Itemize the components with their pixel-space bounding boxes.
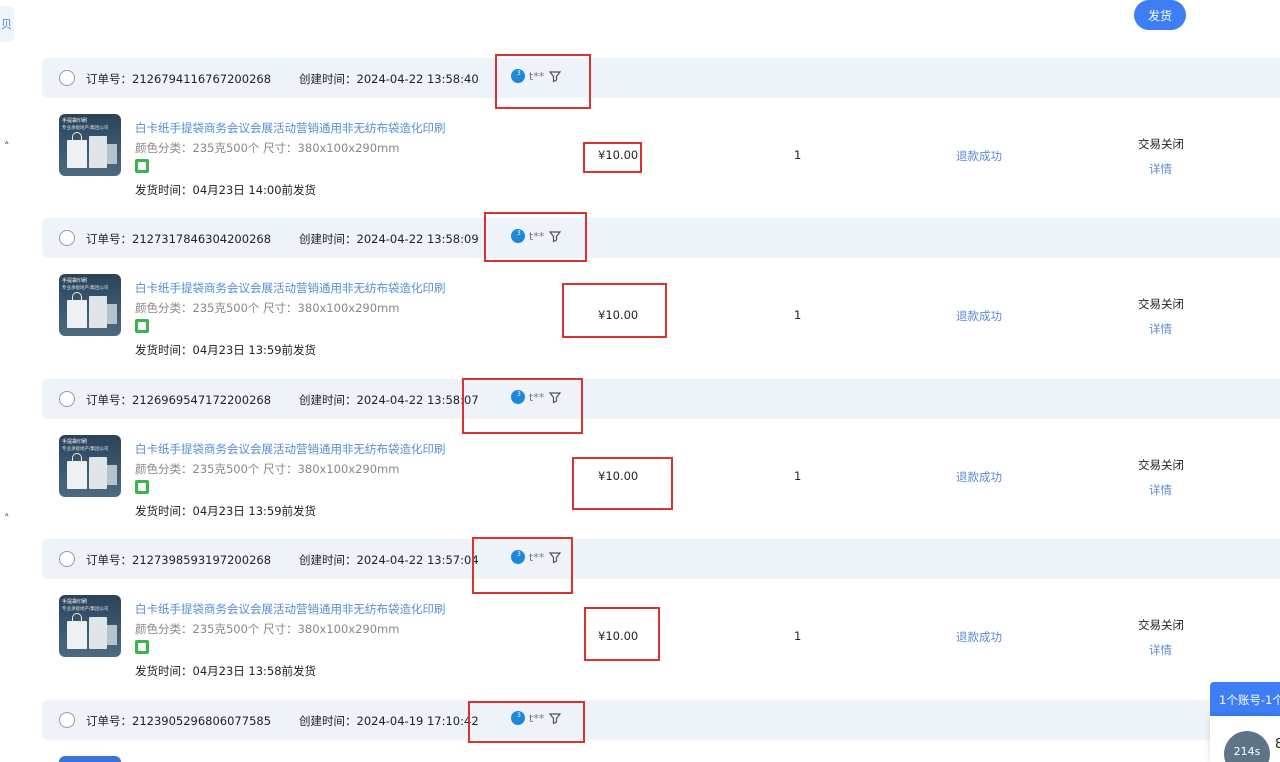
shop-tag-icon [135,480,149,494]
product-spec: 颜色分类：235克500个 尺寸：380x100x290mm [135,301,400,315]
order-header: 订单号：2126969547172200268 创建时间：2024-04-22 … [42,379,1280,419]
item-quantity: 1 [794,469,802,483]
detail-link[interactable]: 详情 [1149,321,1172,337]
product-spec: 颜色分类：235克500个 尺寸：380x100x290mm [135,141,400,155]
ship-deadline: 发货时间：04月23日 13:58前发货 [135,664,317,678]
order-created-time: 创建时间：2024-04-22 13:58:09 [299,232,479,246]
refund-status-link[interactable]: 退款成功 [956,469,1002,485]
ship-deadline: 发货时间：04月23日 14:00前发货 [135,183,317,197]
detail-link[interactable]: 详情 [1149,482,1172,498]
order-header: 订单号：2127398593197200268 创建时间：2024-04-22 … [42,539,1280,579]
thumbnail-caption: 手提袋印刷 [62,278,88,284]
account-name-fragment: 8 [1275,737,1280,752]
order-select-checkbox[interactable] [59,70,75,86]
order-created-time: 创建时间：2024-04-19 17:10:42 [299,714,479,728]
item-quantity: 1 [794,629,802,643]
highlight-box [572,457,673,510]
highlight-box [472,537,573,594]
thumbnail-subcaption: 专业承接地产/集团公司 [62,286,109,291]
order-created-time: 创建时间：2024-04-22 13:57:04 [299,553,479,567]
detail-link[interactable]: 详情 [1149,161,1172,177]
product-title[interactable]: 白卡纸手提袋商务会议会展活动营销通用非无纺布袋造化印刷 [135,601,446,617]
product-spec: 颜色分类：235克500个 尺寸：380x100x290mm [135,622,400,636]
refund-status-link[interactable]: 退款成功 [956,148,1002,164]
product-thumbnail[interactable]: 手提袋印刷 专业承接地产/集团公司 [59,274,121,336]
order-item-row: 手提袋印刷 专业承接地产/集团公司 白卡纸手提袋商务会议会展活动营销通用非无纺布… [42,579,1280,689]
order-list-page: 贝 ˄ ˄ 发货 订单号：2126794116767200268 创建时间：20… [0,0,1280,762]
order-item-row: 手提袋印刷 专业承接地产/集团公司 白卡纸手提袋商务会议会展活动营销通用非无纺布… [42,98,1280,208]
order-number: 订单号：2127398593197200268 [86,553,272,567]
product-thumbnail[interactable]: 手提袋印刷 专业承接地产/集团公司 [59,435,121,497]
product-thumbnail[interactable]: 手提袋印刷 专业承接地产/集团公司 [59,595,121,657]
detail-link[interactable]: 详情 [1149,642,1172,658]
left-side-tab-label: 贝 [1,18,12,31]
account-panel-header[interactable]: 1个账号-1个 [1210,682,1280,716]
thumbnail-subcaption: 专业承接地产/集团公司 [62,126,109,131]
order-header: 订单号：2123905296806077585 创建时间：2024-04-19 … [42,700,1280,740]
refund-status-link[interactable]: 退款成功 [956,629,1002,645]
product-spec: 颜色分类：235克500个 尺寸：380x100x290mm [135,462,400,476]
product-thumbnail[interactable]: 手提袋印刷 专业承接地产/集团公司 [59,114,121,176]
highlight-box [484,212,587,262]
highlight-box [495,54,591,109]
order-created-time: 创建时间：2024-04-22 13:58:40 [299,72,479,86]
ship-deadline: 发货时间：04月23日 13:59前发货 [135,343,317,357]
item-quantity: 1 [794,308,802,322]
highlight-box [562,283,667,338]
order-created-time: 创建时间：2024-04-22 13:58:07 [299,393,479,407]
collapse-caret-icon[interactable]: ˄ [4,140,10,153]
thumbnail-caption: 手提袋印刷 [62,439,88,445]
shop-tag-icon [135,319,149,333]
shop-tag-icon [135,159,149,173]
order-select-checkbox[interactable] [59,551,75,567]
thumbnail-caption: 手提袋印刷 [62,118,88,124]
order-select-checkbox[interactable] [59,391,75,407]
thumbnail-caption: 手提袋印刷 [62,599,88,605]
order-number: 订单号：2127317846304200268 [86,232,272,246]
collapse-caret-icon[interactable]: ˄ [4,512,10,525]
highlight-box [584,607,660,661]
product-title[interactable]: 白卡纸手提袋商务会议会展活动营销通用非无纺布袋造化印刷 [135,120,446,136]
ship-button[interactable]: 发货 [1134,0,1186,30]
product-thumbnail[interactable] [59,756,121,762]
order-header: 订单号：2127317846304200268 创建时间：2024-04-22 … [42,218,1280,258]
shop-tag-icon [135,640,149,654]
left-side-tab[interactable]: 贝 [0,6,14,42]
thumbnail-subcaption: 专业承接地产/集团公司 [62,447,109,452]
order-select-checkbox[interactable] [59,230,75,246]
refund-status-link[interactable]: 退款成功 [956,308,1002,324]
order-number: 订单号：2126794116767200268 [86,72,272,86]
item-quantity: 1 [794,148,802,162]
highlight-box [468,701,585,743]
thumbnail-subcaption: 专业承接地产/集团公司 [62,607,109,612]
highlight-box [462,378,583,434]
highlight-box [583,142,642,173]
trade-status: 交易关闭 [1138,137,1184,151]
trade-status: 交易关闭 [1138,458,1184,472]
product-title[interactable]: 白卡纸手提袋商务会议会展活动营销通用非无纺布袋造化印刷 [135,441,446,457]
ship-deadline: 发货时间：04月23日 13:59前发货 [135,504,317,518]
order-select-checkbox[interactable] [59,712,75,728]
avatar-timer: 214s [1233,745,1261,758]
order-number: 订单号：2126969547172200268 [86,393,272,407]
trade-status: 交易关闭 [1138,297,1184,311]
trade-status: 交易关闭 [1138,618,1184,632]
order-header: 订单号：2126794116767200268 创建时间：2024-04-22 … [42,58,1280,98]
product-title[interactable]: 白卡纸手提袋商务会议会展活动营销通用非无纺布袋造化印刷 [135,280,446,296]
order-number: 订单号：2123905296806077585 [86,714,272,728]
